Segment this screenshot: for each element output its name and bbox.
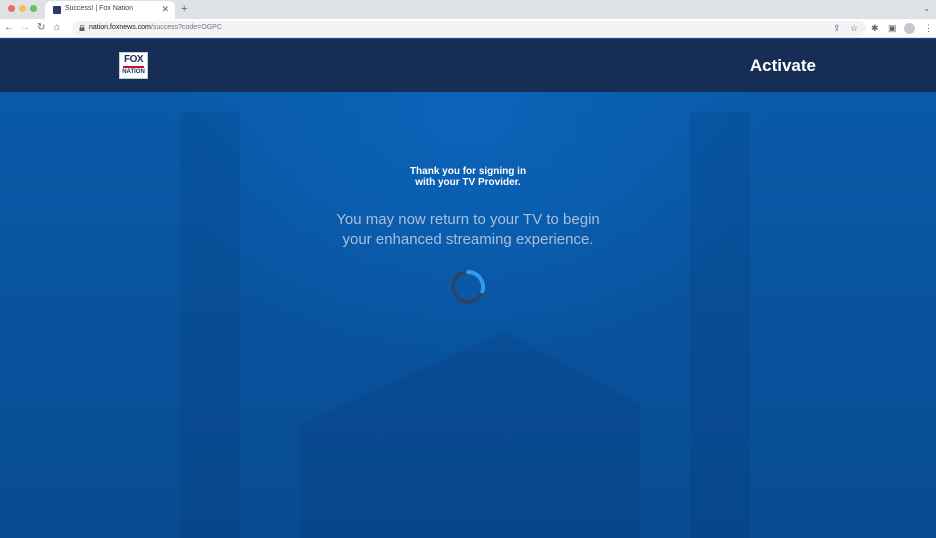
loading-spinner-icon xyxy=(451,270,485,304)
page-title: Activate xyxy=(749,56,816,75)
return-line-1: You may now return to your TV to begin xyxy=(336,211,600,228)
background-decoration xyxy=(180,112,240,538)
url-text[interactable]: nation.foxnews.com/success?code=OGPC xyxy=(89,24,222,31)
return-line-2: your enhanced streaming experience. xyxy=(342,231,594,248)
site-header: FOX NATION Activate xyxy=(0,39,936,92)
browser-menu-icon[interactable]: ⋮ xyxy=(924,23,933,34)
lock-icon xyxy=(79,25,85,31)
success-panel: Thank you for signing in with your TV Pr… xyxy=(0,92,936,538)
browser-tab-active[interactable]: Success! | Fox Nation ✕ xyxy=(45,1,175,19)
new-tab-button[interactable]: + xyxy=(181,3,187,15)
thank-you-line-2: with your TV Provider. xyxy=(415,177,521,188)
side-panel-icon[interactable]: ▣ xyxy=(888,23,897,34)
return-to-tv-message: You may now return to your TV to begin y… xyxy=(268,210,668,250)
logo-wordmark-top: FOX xyxy=(123,54,144,65)
tab-title: Success! | Fox Nation xyxy=(65,5,133,12)
browser-toolbar: ← → ↻ ⌂ nation.foxnews.com/success?code=… xyxy=(0,19,936,38)
tab-search-chevron-icon[interactable]: ⌄ xyxy=(923,4,930,13)
url-path: /success?code=OGPC xyxy=(150,24,222,31)
profile-avatar-icon[interactable] xyxy=(904,23,915,34)
thank-you-line-1: Thank you for signing in xyxy=(409,166,527,177)
browser-tab-strip: Success! | Fox Nation ✕ + ⌄ xyxy=(0,0,936,19)
address-bar[interactable]: nation.foxnews.com/success?code=OGPC ⇪ ☆ xyxy=(72,21,866,36)
window-minimize-button[interactable] xyxy=(19,5,26,12)
fox-nation-logo[interactable]: FOX NATION xyxy=(119,52,148,79)
bookmark-star-icon[interactable]: ☆ xyxy=(850,23,858,34)
window-close-button[interactable] xyxy=(8,5,15,12)
thank-you-message: Thank you for signing in with your TV Pr… xyxy=(368,166,568,188)
extensions-puzzle-icon[interactable]: ✱ xyxy=(871,23,879,34)
spinner-arc xyxy=(466,270,485,294)
window-maximize-button[interactable] xyxy=(30,5,37,12)
logo-wordmark-bottom: NATION xyxy=(122,69,145,75)
reload-button[interactable]: ↻ xyxy=(37,21,45,35)
background-decoration xyxy=(300,332,640,538)
background-decoration xyxy=(690,112,750,538)
url-host: nation.foxnews.com xyxy=(89,24,151,31)
fox-nation-favicon-icon xyxy=(53,6,61,14)
home-button[interactable]: ⌂ xyxy=(54,21,60,35)
share-icon[interactable]: ⇪ xyxy=(833,23,841,34)
tab-close-icon[interactable]: ✕ xyxy=(161,4,169,14)
back-button[interactable]: ← xyxy=(4,21,14,35)
forward-button[interactable]: → xyxy=(20,21,30,35)
